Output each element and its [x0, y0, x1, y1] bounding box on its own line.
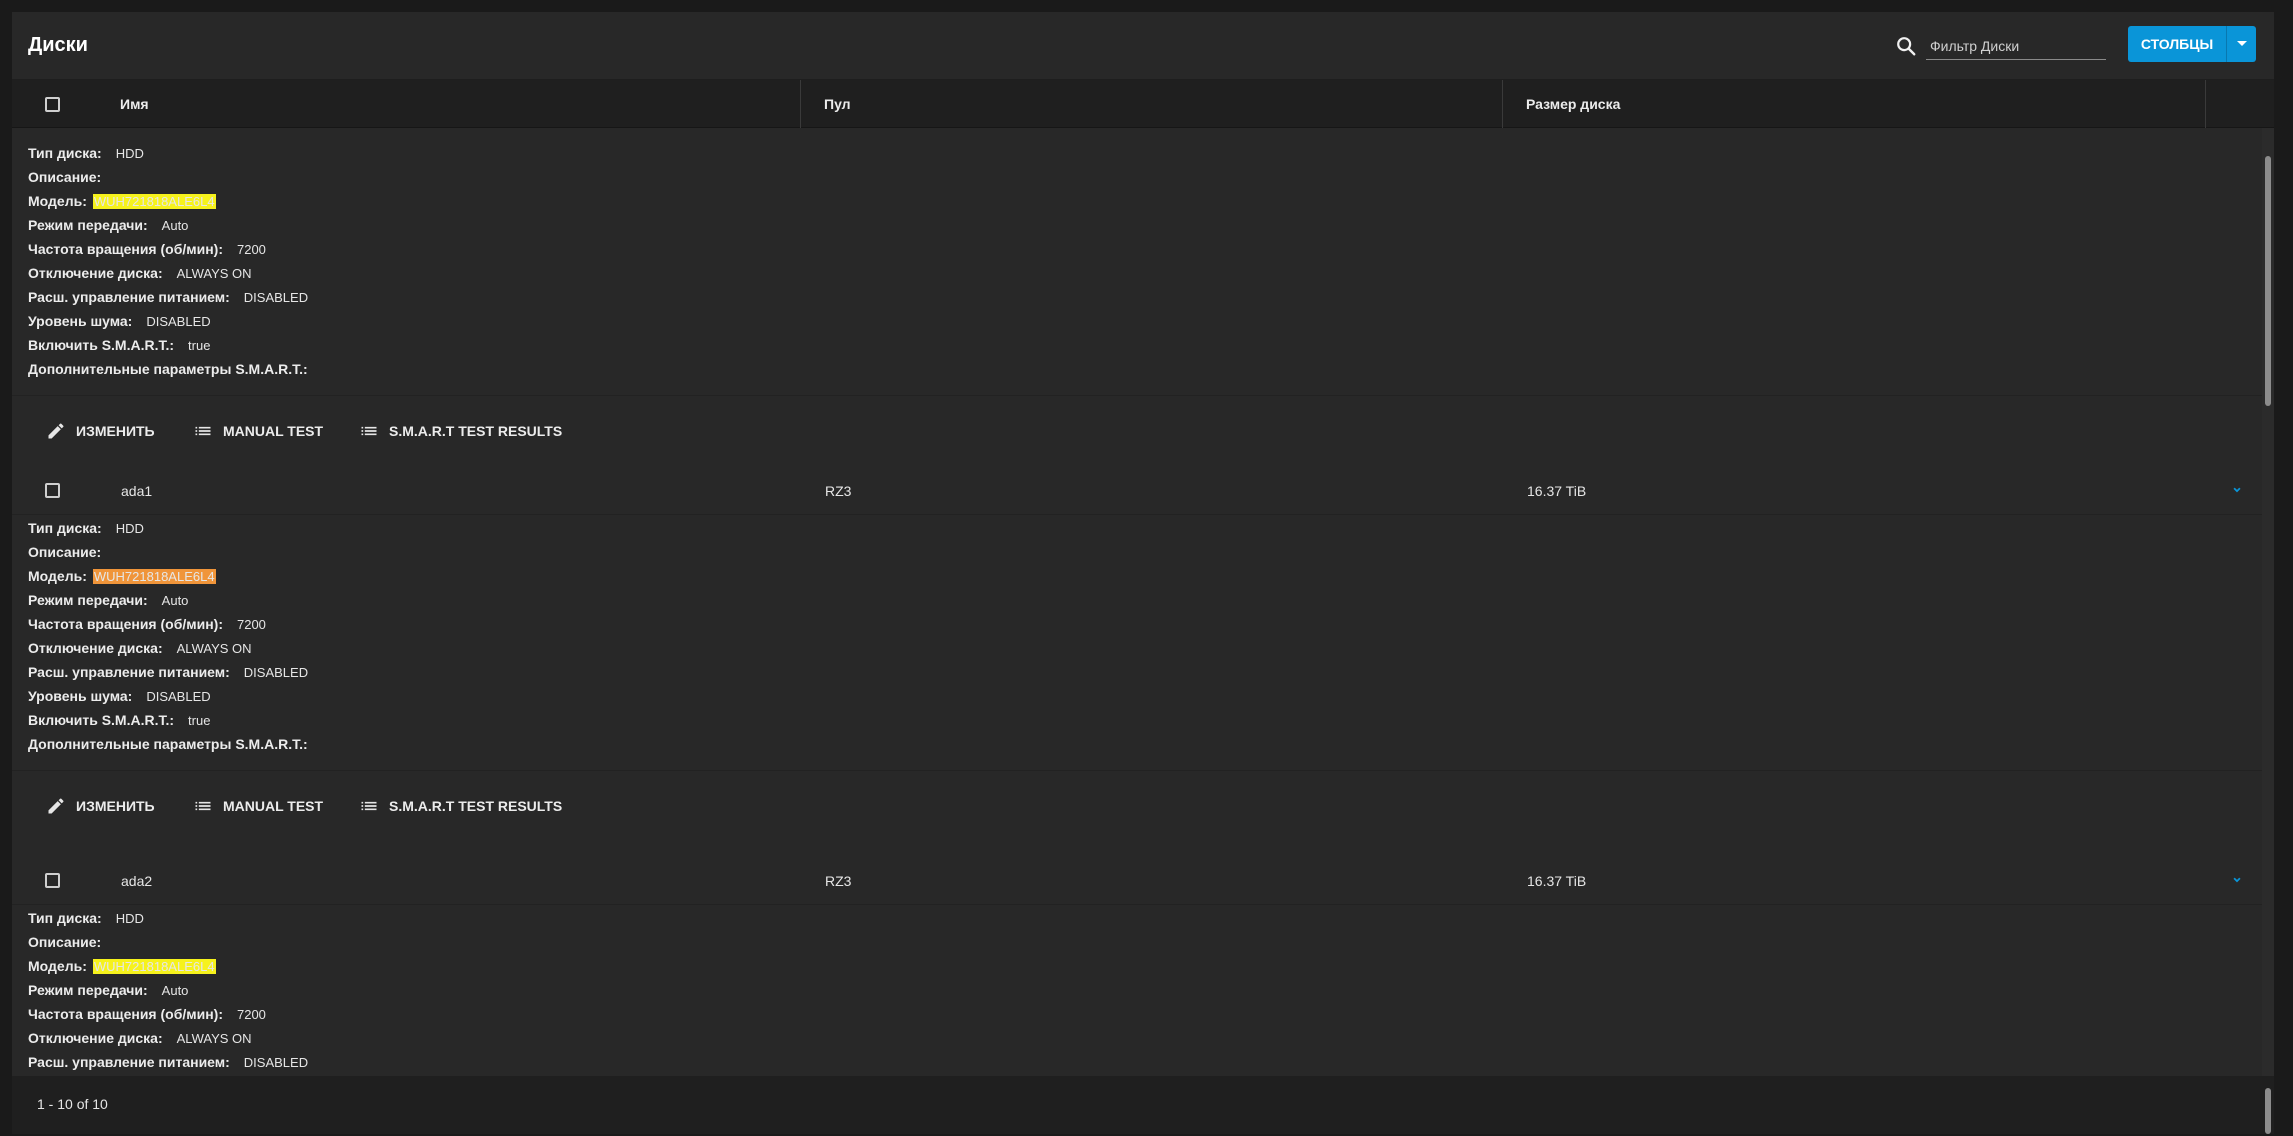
smart-test-results-button[interactable]: S.M.A.R.T TEST RESULTS: [359, 419, 562, 443]
detail-transfer-mode: Режим передачи: Auto: [28, 982, 189, 998]
pagination-range: 1 - 10 of 10: [37, 1096, 108, 1112]
current-match-highlight: WUH721818ALE6L4: [92, 569, 216, 584]
detail-acoustic: Уровень шума: DISABLED: [28, 313, 211, 329]
search-match-highlight: WUH721818ALE6L4: [92, 959, 216, 974]
detail-transfer-mode: Режим передачи: Auto: [28, 592, 189, 608]
list-icon: [195, 426, 211, 436]
disk-size: 16.37 TiB: [1527, 483, 1587, 499]
smart-test-results-button[interactable]: S.M.A.R.T TEST RESULTS: [359, 794, 562, 818]
edit-button[interactable]: ИЗМЕНИТЬ: [46, 419, 155, 443]
detail-adv-power: Расш. управление питанием: DISABLED: [28, 289, 309, 305]
detail-standby: Отключение диска: ALWAYS ON: [28, 265, 252, 281]
detail-description: Описание:: [28, 169, 102, 185]
detail-rotation-rate: Частота вращения (об/мин): 7200: [28, 1006, 266, 1022]
manual-test-button[interactable]: MANUAL TEST: [193, 794, 323, 818]
detail-smart-options: Дополнительные параметры S.M.A.R.T.:: [28, 736, 308, 752]
column-divider: [2205, 80, 2206, 128]
disk-actions-bar: ИЗМЕНИТЬ MANUAL TEST S.M.A.R.T TEST RESU…: [12, 395, 2262, 465]
disk-detail-panel: Тип диска: HDD Описание: Модель: WUH721818…: [12, 128, 2262, 511]
column-divider: [1502, 80, 1503, 128]
detail-description: Описание:: [28, 544, 102, 560]
detail-adv-power: Расш. управление питанием: DISABLED: [28, 1054, 309, 1070]
toolbar: Диски СТОЛБЦЫ: [12, 12, 2274, 80]
list-icon: [361, 801, 377, 811]
disk-pool: RZ3: [825, 483, 852, 499]
table-header: Имя Пул Размер диска: [12, 80, 2274, 128]
detail-smart-options: Дополнительные параметры S.M.A.R.T.:: [28, 361, 308, 377]
detail-standby: Отключение диска: ALWAYS ON: [28, 640, 252, 656]
detail-disk-type: Тип диска: HDD: [28, 145, 144, 161]
disks-card: Диски СТОЛБЦЫ Имя Пул Размер диска Тип д…: [12, 12, 2274, 1134]
footer-scrollbar-thumb[interactable]: [2265, 1088, 2271, 1134]
column-header-pool[interactable]: Пул: [824, 80, 851, 128]
row-checkbox[interactable]: [45, 483, 60, 498]
disk-name: ada2: [121, 873, 153, 889]
column-divider: [800, 80, 801, 128]
scrollbar-thumb[interactable]: [2265, 156, 2271, 406]
list-icon: [195, 801, 211, 811]
detail-description: Описание:: [28, 934, 102, 950]
detail-model: Модель: WUH721818ALE6L4: [28, 958, 216, 974]
table-row[interactable]: ada1 RZ3 16.37 TiB: [12, 467, 2262, 515]
table-body: Тип диска: HDD Описание: Модель: WUH721818…: [12, 128, 2262, 1076]
disk-pool: RZ3: [825, 873, 852, 889]
search-match-highlight: WUH721818ALE6L4: [92, 194, 216, 209]
disk-name: ada1: [121, 483, 153, 499]
detail-standby: Отключение диска: ALWAYS ON: [28, 1030, 252, 1046]
detail-rotation-rate: Частота вращения (об/мин): 7200: [28, 616, 266, 632]
detail-smart-enabled: Включить S.M.A.R.T.: true: [28, 712, 211, 728]
detail-model: Модель: WUH721818ALE6L4: [28, 193, 216, 209]
column-header-disk-size[interactable]: Размер диска: [1526, 80, 1620, 128]
chevron-down-icon[interactable]: [2230, 873, 2244, 887]
table-row[interactable]: ada2 RZ3 16.37 TiB: [12, 857, 2262, 905]
detail-acoustic: Уровень шума: DISABLED: [28, 688, 211, 704]
detail-model: Модель: WUH721818ALE6L4: [28, 568, 216, 584]
page-title: Диски: [28, 34, 88, 56]
disk-size: 16.37 TiB: [1527, 873, 1587, 889]
select-all-checkbox[interactable]: [45, 97, 60, 112]
pencil-icon: [48, 798, 64, 814]
disk-actions-bar: ИЗМЕНИТЬ MANUAL TEST S.M.A.R.T TEST RESU…: [12, 770, 2262, 840]
pencil-icon: [48, 423, 64, 439]
edit-button[interactable]: ИЗМЕНИТЬ: [46, 794, 155, 818]
columns-button-label: СТОЛБЦЫ: [2140, 36, 2214, 52]
caret-down-icon[interactable]: [2227, 26, 2256, 62]
detail-smart-enabled: Включить S.M.A.R.T.: true: [28, 337, 211, 353]
chevron-down-icon[interactable]: [2230, 483, 2244, 497]
detail-transfer-mode: Режим передачи: Auto: [28, 217, 189, 233]
search-input[interactable]: [1926, 32, 2106, 60]
search-icon: [1897, 37, 1916, 56]
detail-adv-power: Расш. управление питанием: DISABLED: [28, 664, 309, 680]
columns-button[interactable]: СТОЛБЦЫ: [2128, 26, 2256, 62]
detail-disk-type: Тип диска: HDD: [28, 520, 144, 536]
vertical-scrollbar[interactable]: [2262, 128, 2274, 1076]
manual-test-button[interactable]: MANUAL TEST: [193, 419, 323, 443]
disk-detail-panel: Тип диска: HDD Описание: Модель: WUH721818…: [12, 906, 2262, 1076]
column-header-name[interactable]: Имя: [120, 80, 149, 128]
row-checkbox[interactable]: [45, 873, 60, 888]
table-footer: 1 - 10 of 10: [12, 1076, 2274, 1134]
detail-disk-type: Тип диска: HDD: [28, 910, 144, 926]
detail-rotation-rate: Частота вращения (об/мин): 7200: [28, 241, 266, 257]
list-icon: [361, 426, 377, 436]
disk-detail-panel: Тип диска: HDD Описание: Модель: WUH721818…: [12, 516, 2262, 899]
